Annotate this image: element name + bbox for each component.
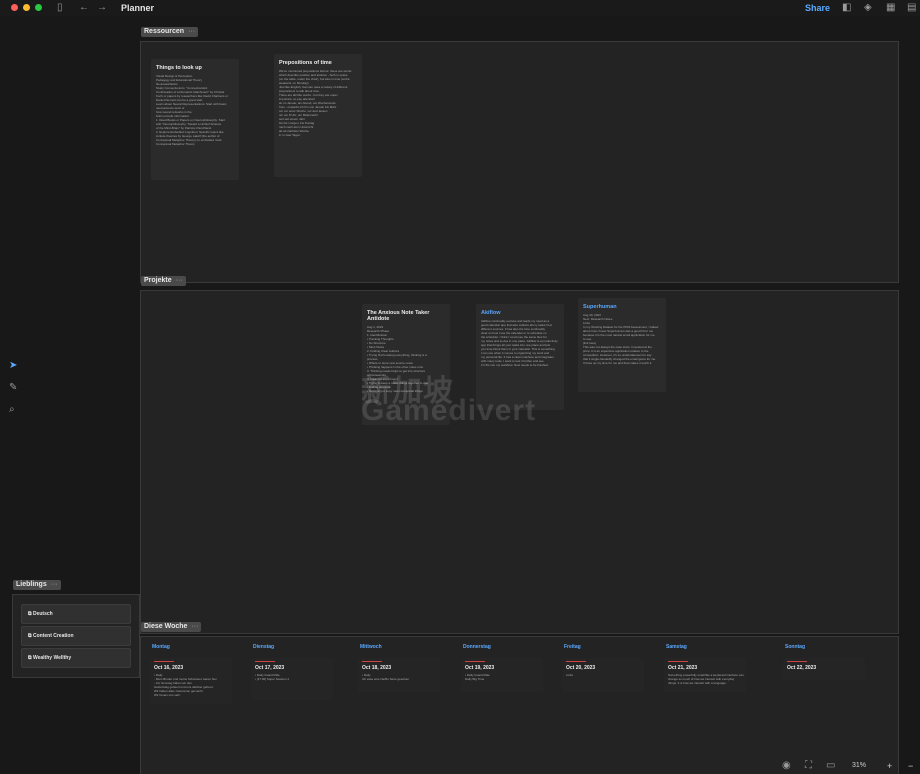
resource-card[interactable]: Prepositions of time We've mentioned pre… [274, 54, 362, 177]
day-name[interactable]: Mittwoch [360, 644, 382, 650]
favorite-item[interactable]: ⧉ Content Creation [21, 626, 131, 646]
day-date: Oct 19, 2023 [465, 665, 495, 671]
day-note-card[interactable]: Oct 18, 2023 • Daily Ich esse eine Netfli… [358, 658, 440, 692]
forward-arrow-icon[interactable]: → [97, 3, 107, 13]
card-text-line: Wir freuen uns sehr. [154, 693, 181, 697]
zoom-in-button[interactable]: + [887, 761, 892, 771]
card-text-line: Conceptual Metaphor Theory [156, 142, 195, 146]
day-name[interactable]: Dienstag [253, 644, 274, 650]
card-title: Things to look up [156, 65, 202, 71]
card-text-line: Ich esse eine Netflix Serie gesehen [362, 677, 410, 681]
select-tool-icon[interactable]: ➤ [9, 360, 17, 371]
group-label-ressourcen[interactable]: Ressourcen ··· [141, 27, 199, 37]
day-name[interactable]: Donnerstag [463, 644, 491, 650]
day-note-card[interactable]: Oct 19, 2023 • Daily Guard Ride Daily Big… [461, 658, 543, 692]
day-note-card[interactable]: Oct 20, 2023 Links [562, 658, 644, 692]
zoom-out-button[interactable]: − [908, 761, 913, 771]
group-ressourcen[interactable] [140, 41, 899, 283]
card-text-line: Daily Big Time [465, 677, 485, 681]
day-date: Oct 21, 2023 [668, 665, 698, 671]
day-date: Oct 17, 2023 [255, 665, 285, 671]
note-divider [255, 661, 275, 662]
card-text-line: in in zwei Tagen [279, 133, 301, 137]
zoom-level[interactable]: 31% [852, 762, 866, 769]
card-text-line: things. It is how we interact with a lan… [668, 681, 727, 685]
day-note-card[interactable]: Oct 22, 2023 [783, 658, 865, 680]
day-name[interactable]: Freitag [564, 644, 581, 650]
day-note-card[interactable]: Oct 17, 2023 • Daily Guard Ride • [17:30] … [251, 658, 333, 700]
day-date: Oct 22, 2023 [787, 665, 817, 671]
card-title: Prepositions of time [279, 60, 332, 66]
project-card[interactable]: Superhuman Aug 30, 2023 Next: Research No… [578, 298, 666, 392]
close-window-button[interactable] [11, 4, 18, 11]
day-date: Oct 20, 2023 [566, 665, 596, 671]
card-text-line: if it fits into my workflow. Now needs t… [481, 363, 549, 367]
day-name[interactable]: Montag [152, 644, 170, 650]
pen-tool-icon[interactable]: ✎ [9, 382, 17, 393]
search-tool-icon[interactable]: ⌕ [9, 404, 15, 415]
note-divider [566, 661, 586, 662]
favorite-item[interactable]: ⧉ Wealthy Wellthy [21, 648, 131, 668]
card-title: Superhuman [583, 304, 617, 310]
eye-icon[interactable]: ◉ [782, 761, 791, 771]
card-text-line: Links [566, 673, 574, 677]
note-divider [787, 661, 807, 662]
resource-card[interactable]: Things to look up Visual Design & Percep… [151, 59, 239, 180]
display-icon[interactable]: ▭ [826, 761, 835, 771]
share-button[interactable]: Share [805, 3, 830, 13]
window-title: Planner [121, 3, 155, 13]
zoom-window-button[interactable] [35, 4, 42, 11]
back-arrow-icon[interactable]: ← [79, 3, 89, 13]
group-label-diese-woche[interactable]: Diese Woche ··· [141, 622, 202, 632]
day-name[interactable]: Samstag [666, 644, 687, 650]
day-date: Oct 18, 2023 [362, 665, 392, 671]
card-text-line: It frees up my time for me and that make… [583, 361, 653, 365]
card-title: Akiflow [481, 310, 501, 316]
layers-icon[interactable]: ◈ [864, 3, 872, 13]
calendar-icon[interactable]: ▦ [886, 3, 895, 13]
day-name[interactable]: Sonntag [785, 644, 805, 650]
card-text-line: because it is the most natural email app… [583, 333, 655, 337]
note-divider [668, 661, 688, 662]
note-divider [154, 661, 174, 662]
watermark-text: Gamedivert [361, 394, 537, 427]
day-note-card[interactable]: Oct 21, 2023 Something powerfully small l… [664, 658, 746, 692]
group-diese-woche[interactable] [140, 636, 899, 774]
grid-view-icon[interactable]: ▤ [907, 3, 916, 13]
sidebar-toggle-icon[interactable]: ▯ [57, 3, 63, 13]
favorite-item[interactable]: ⧉ Deutsch [21, 604, 131, 624]
group-label-lieblings[interactable]: Lieblings ··· [13, 580, 61, 590]
fit-screen-icon[interactable]: ⛶ [805, 761, 812, 771]
minimize-window-button[interactable] [23, 4, 30, 11]
note-divider [465, 661, 485, 662]
group-label-projekte[interactable]: Projekte ··· [141, 276, 186, 286]
panel-toggle-icon[interactable]: ◧ [842, 3, 851, 13]
note-divider [362, 661, 382, 662]
day-note-card[interactable]: Oct 16, 2023 • Daily ◦ Mein Bruder und me… [150, 658, 232, 704]
card-title: The Anxious Note Taker Antidote [367, 310, 430, 322]
card-text-line: • [17:30] Super Session 4 [255, 677, 289, 681]
day-date: Oct 16, 2023 [154, 665, 184, 671]
